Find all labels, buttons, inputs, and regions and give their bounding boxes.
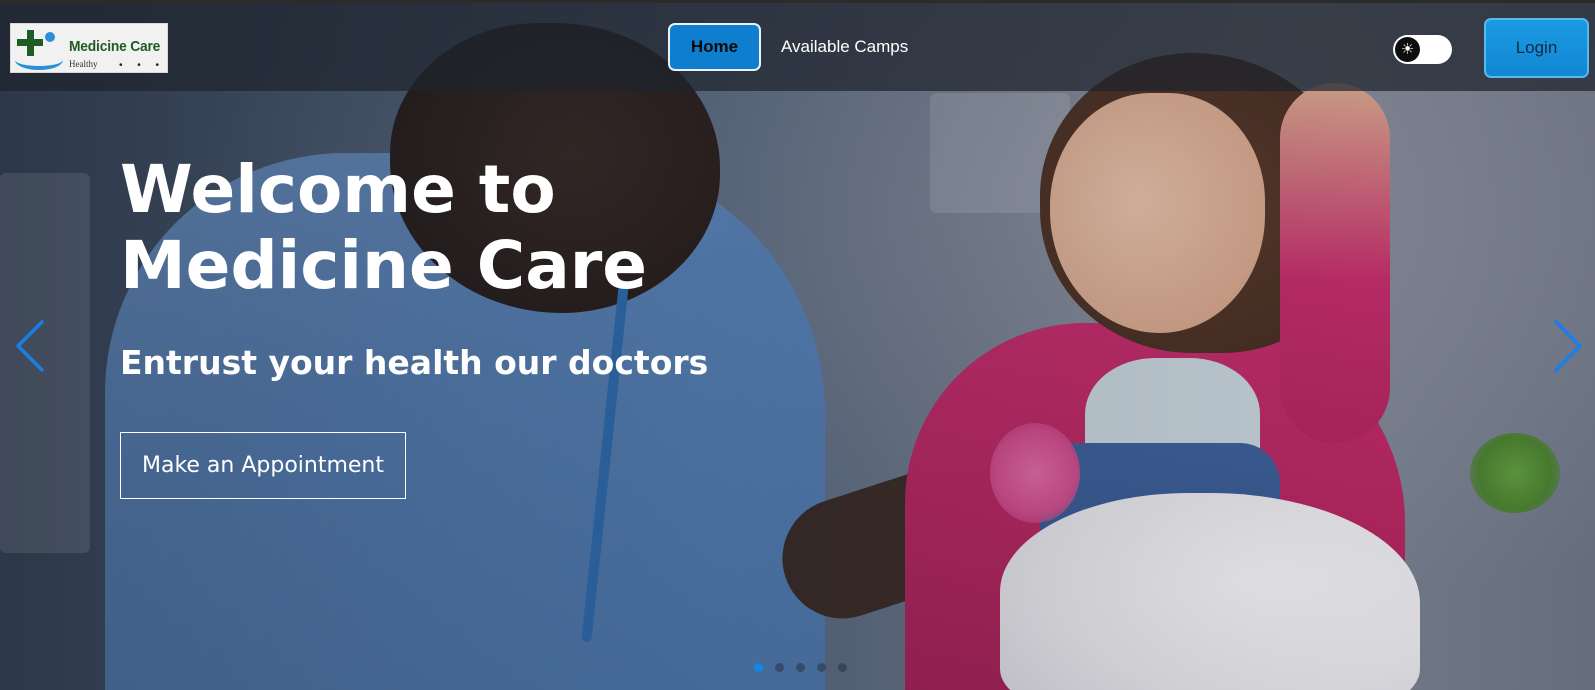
carousel-dot[interactable] (754, 663, 763, 672)
login-button[interactable]: Login (1484, 18, 1589, 78)
theme-toggle[interactable]: ☀ (1393, 35, 1452, 64)
carousel-dot[interactable] (838, 663, 847, 672)
carousel-pagination (754, 663, 847, 672)
carousel-dot[interactable] (796, 663, 805, 672)
nav-home-button[interactable]: Home (668, 23, 761, 71)
chevron-right-icon (1554, 320, 1582, 372)
carousel-dot[interactable] (775, 663, 784, 672)
hero-title: Welcome to Medicine Care (120, 152, 760, 304)
swoosh-icon (15, 50, 63, 70)
chevron-left-icon (16, 320, 44, 372)
sun-icon: ☀ (1395, 37, 1420, 62)
nav-available-camps-link[interactable]: Available Camps (781, 37, 908, 57)
carousel-dot[interactable] (817, 663, 826, 672)
brand-logo[interactable]: Medicine Care Healthy • • • (10, 23, 168, 73)
carousel-next-button[interactable] (1548, 318, 1588, 374)
brand-title: Medicine Care (69, 38, 161, 55)
hero-subtitle: Entrust your health our doctors (120, 343, 709, 382)
brand-tagline: Healthy (69, 59, 98, 69)
brand-dots: • • • (119, 60, 166, 71)
hero-title-line2: Medicine Care (120, 227, 648, 304)
carousel-prev-button[interactable] (12, 318, 52, 374)
make-appointment-button[interactable]: Make an Appointment (120, 432, 406, 499)
nav-links: Home Available Camps (668, 23, 908, 71)
hero-title-line1: Welcome to (120, 151, 556, 228)
person-icon (45, 32, 55, 42)
navbar: Medicine Care Healthy • • • Home Availab… (0, 3, 1595, 91)
